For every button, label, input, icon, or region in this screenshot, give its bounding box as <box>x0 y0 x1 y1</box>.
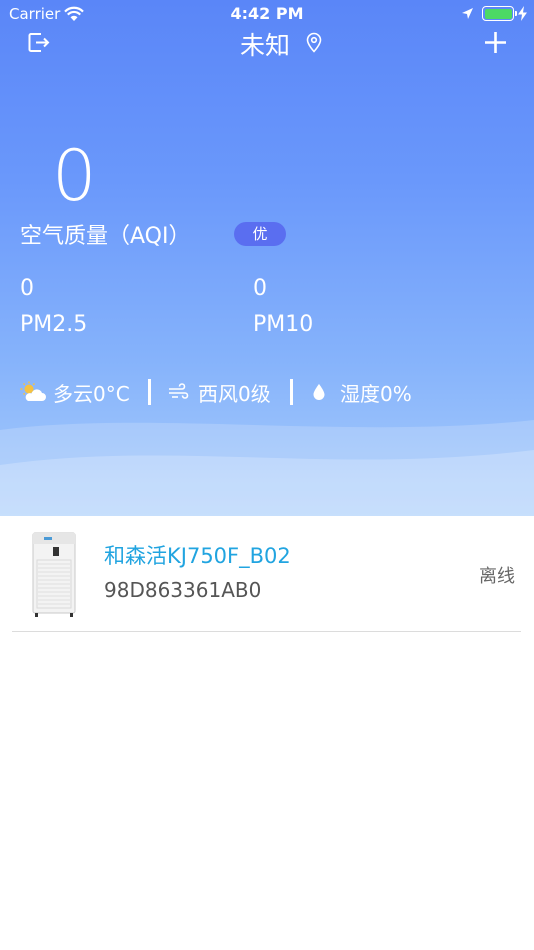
weather-wind-label: 西风0级 <box>198 381 271 406</box>
status-bar: Carrier 4:42 PM <box>0 0 534 28</box>
aqi-value: 0 <box>52 135 97 217</box>
pm25-value: 0 <box>20 276 34 301</box>
separator <box>290 379 293 405</box>
weather-condition-label: 多云0°C <box>53 381 130 406</box>
divider <box>12 631 521 632</box>
device-status: 离线 <box>479 566 515 587</box>
weather-wind: 西风0级 <box>168 376 271 408</box>
pm10-label: PM10 <box>253 312 314 337</box>
location-pin-icon[interactable] <box>305 32 323 53</box>
pm25-label: PM2.5 <box>20 312 88 337</box>
header-panel: Carrier 4:42 PM 未知 0 空气质量（AQI） 优 0 PM2.5 <box>0 0 534 516</box>
partly-cloudy-icon <box>20 381 46 401</box>
aqi-label: 空气质量（AQI） <box>20 224 191 249</box>
plus-icon[interactable] <box>484 31 507 54</box>
air-purifier-image <box>32 532 76 617</box>
wind-icon <box>169 383 189 399</box>
aqi-level-badge: 优 <box>234 222 286 246</box>
charging-bolt-icon <box>518 6 527 21</box>
location-arrow-icon <box>462 8 473 19</box>
weather-humidity: 湿度0% <box>312 376 412 408</box>
weather-condition: 多云0°C <box>20 376 130 408</box>
status-time: 4:42 PM <box>230 4 304 23</box>
weather-row: 多云0°C 西风0级 湿度0% <box>20 376 520 408</box>
device-name[interactable]: 和森活KJ750F_B02 <box>104 540 291 570</box>
device-mac: 98D863361AB0 <box>104 578 262 602</box>
battery-icon <box>482 6 517 21</box>
logout-icon[interactable] <box>27 30 52 55</box>
location-title[interactable]: 未知 <box>240 26 290 62</box>
device-list-item[interactable] <box>0 516 534 632</box>
separator <box>148 379 151 405</box>
pm10-value: 0 <box>253 276 267 301</box>
water-drop-icon <box>313 384 325 400</box>
weather-humidity-label: 湿度0% <box>340 381 412 406</box>
